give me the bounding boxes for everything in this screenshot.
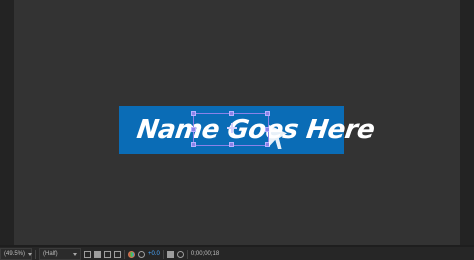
toolbar-divider <box>35 249 36 259</box>
transform-handle-tl[interactable] <box>191 111 196 116</box>
mask-visibility-icon[interactable] <box>104 250 111 258</box>
exposure-reset-icon[interactable] <box>138 250 145 258</box>
title-banner[interactable]: Name Goes Here <box>119 106 376 154</box>
magnification-value: (49.5%) <box>4 251 26 257</box>
color-channel-icon[interactable] <box>128 250 135 258</box>
region-of-interest-icon[interactable] <box>84 250 91 258</box>
show-snapshot-icon[interactable] <box>176 250 184 258</box>
chevron-down-icon <box>28 252 33 256</box>
anchor-point-icon[interactable] <box>227 123 237 133</box>
transform-handle-bl[interactable] <box>191 142 196 147</box>
camera-snapshot-icon[interactable] <box>166 250 174 258</box>
transform-handle-ml[interactable] <box>191 127 196 132</box>
transform-handle-bm[interactable] <box>229 142 234 147</box>
toolbar-divider <box>162 249 164 259</box>
resolution-value: (Half) <box>43 251 58 257</box>
transform-handle-tr[interactable] <box>265 111 270 116</box>
transform-handle-tm[interactable] <box>229 111 234 116</box>
transparency-grid-icon[interactable] <box>94 250 101 258</box>
composition-viewer[interactable]: Name Goes Here <box>14 0 460 245</box>
resolution-dropdown[interactable]: (Half) <box>39 248 81 260</box>
current-timecode[interactable]: 0;00;00;18 <box>191 251 219 257</box>
toolbar-divider <box>186 249 188 259</box>
toolbar-divider <box>124 249 125 259</box>
guides-icon[interactable] <box>114 250 121 258</box>
exposure-value[interactable]: +0.0 <box>148 251 160 257</box>
viewer-toolbar: (49.5%) (Half) +0.0 0;00;00;18 <box>0 248 474 260</box>
chevron-down-icon <box>73 252 77 256</box>
magnification-dropdown[interactable]: (49.5%) <box>0 248 33 260</box>
